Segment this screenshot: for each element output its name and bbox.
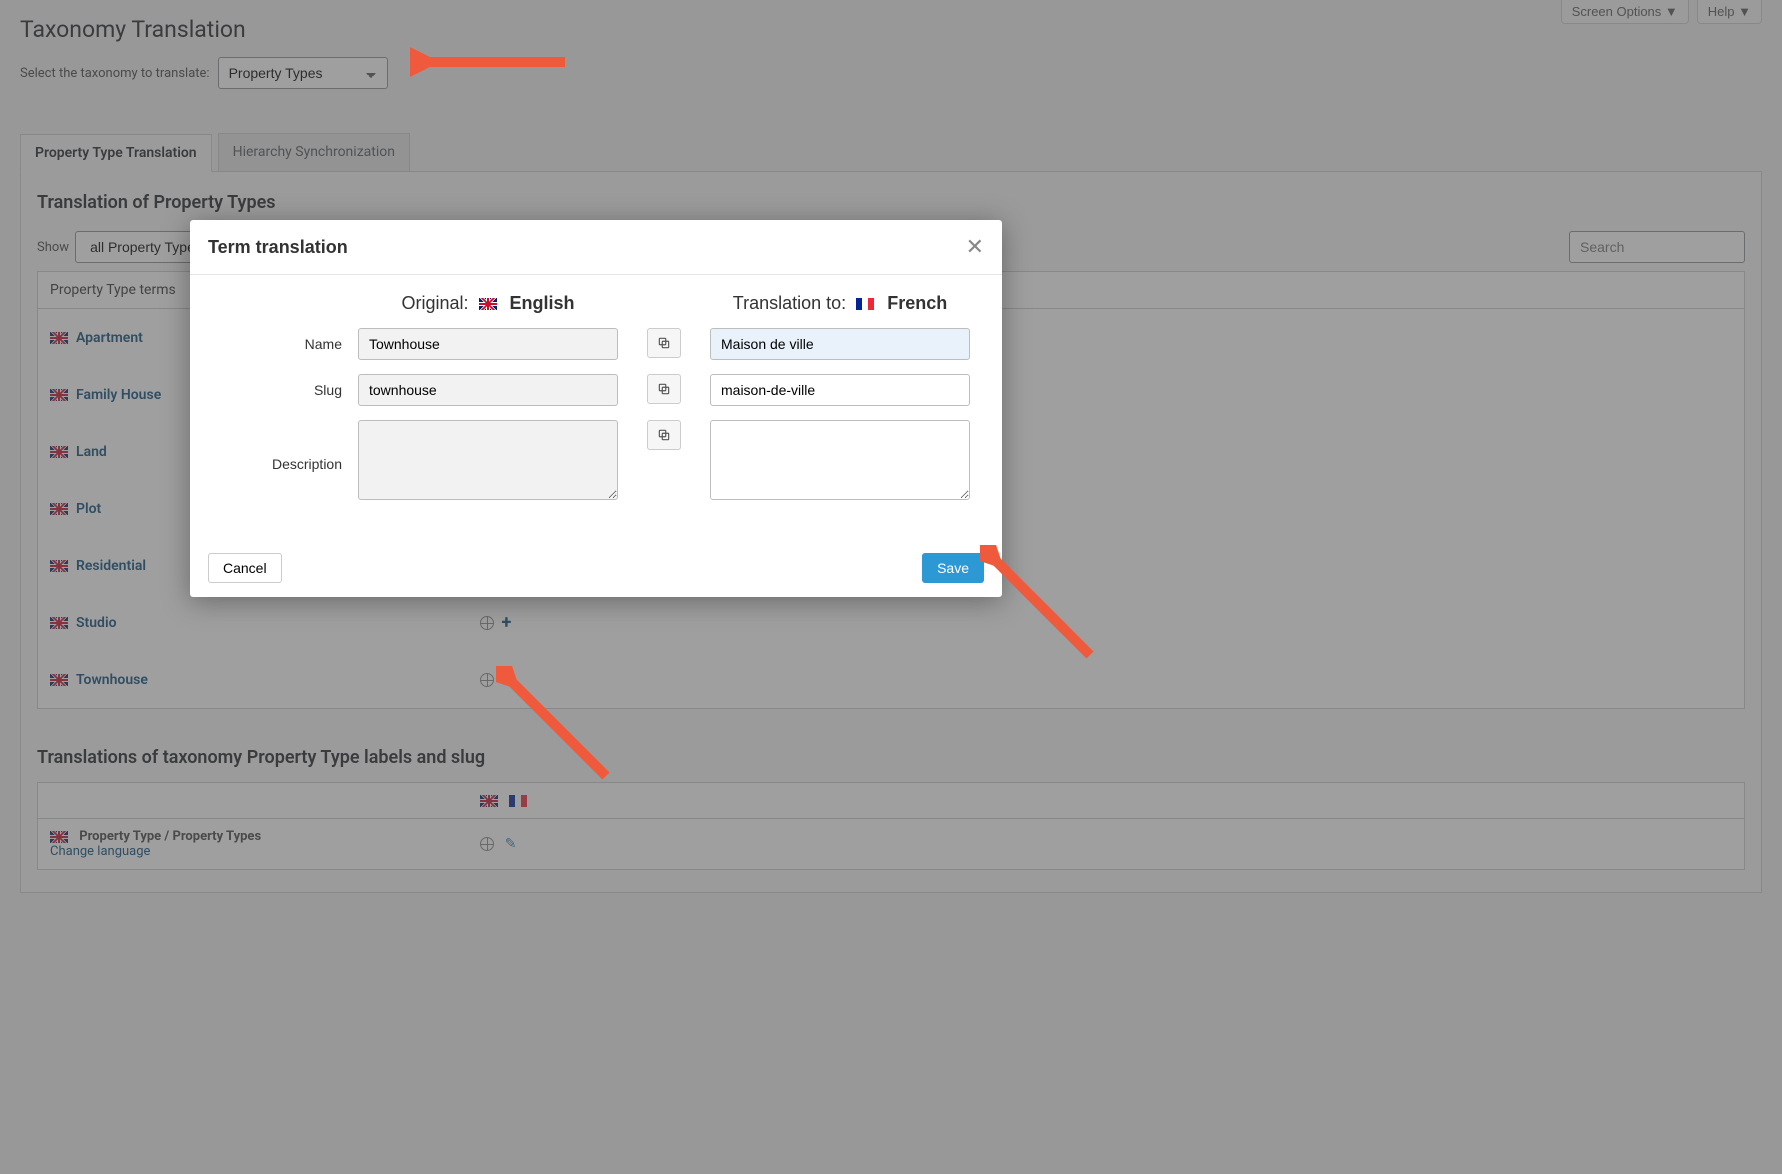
description-translation-input[interactable] [710, 420, 970, 500]
slug-label: Slug [212, 374, 342, 398]
cancel-button[interactable]: Cancel [208, 553, 282, 583]
description-label: Description [212, 420, 342, 472]
description-original-input [358, 420, 618, 500]
copy-icon [657, 336, 671, 350]
copy-slug-button[interactable] [647, 374, 681, 404]
original-heading: Original: English [358, 293, 618, 328]
name-original-input [358, 328, 618, 360]
term-translation-modal: Term translation ✕ Original: English Tra… [190, 220, 1002, 597]
name-translation-input[interactable] [710, 328, 970, 360]
copy-description-button[interactable] [647, 420, 681, 450]
slug-original-input [358, 374, 618, 406]
copy-name-button[interactable] [647, 328, 681, 358]
copy-icon [657, 428, 671, 442]
slug-translation-input[interactable] [710, 374, 970, 406]
translation-heading: Translation to: French [710, 293, 970, 328]
save-button[interactable]: Save [922, 553, 984, 583]
modal-title: Term translation [208, 237, 348, 258]
close-icon[interactable]: ✕ [966, 234, 984, 260]
fr-flag-icon [856, 298, 874, 310]
name-label: Name [212, 328, 342, 352]
copy-icon [657, 382, 671, 396]
uk-flag-icon [479, 298, 497, 310]
